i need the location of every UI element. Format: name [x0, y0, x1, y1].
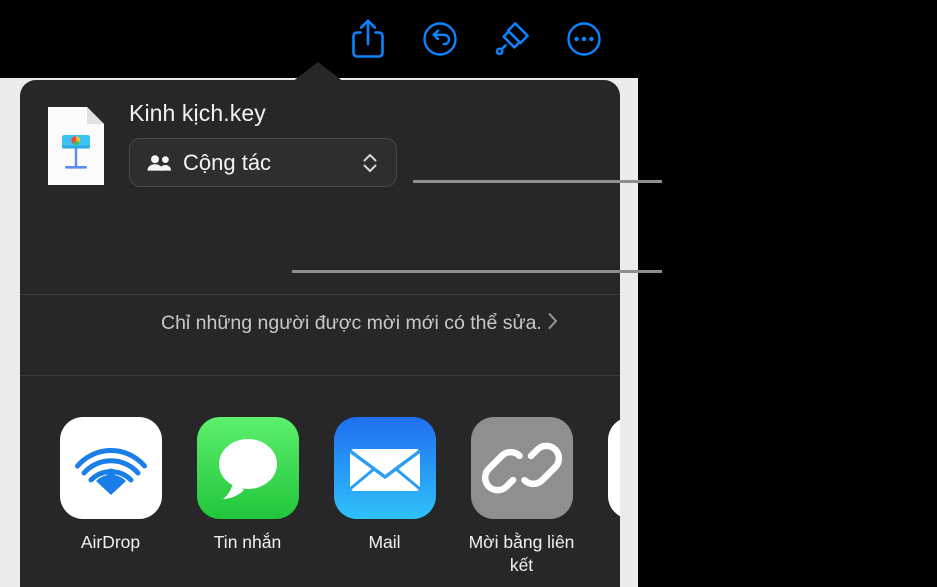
share-target-airdrop[interactable]: AirDrop	[42, 376, 179, 571]
share-target-messages[interactable]: Tin nhắn	[179, 376, 316, 571]
keynote-document-icon	[45, 104, 107, 188]
people-icon	[146, 154, 172, 172]
right-bezel-strip	[620, 78, 638, 587]
undo-icon	[419, 18, 461, 60]
left-bezel-strip	[0, 78, 20, 587]
callout-line-collaborate	[413, 180, 662, 183]
airdrop-icon	[59, 417, 162, 519]
permission-row[interactable]: Chỉ những người được mời mới có thể sửa.	[161, 308, 601, 338]
share-target-label: Mời bằng liên kết	[468, 532, 575, 575]
chevron-up-down-icon	[360, 150, 380, 176]
messages-icon	[196, 417, 299, 519]
share-target-label: Mail	[368, 532, 401, 552]
callout-line-permission	[292, 270, 662, 273]
share-target-label: Tin nhắn	[213, 532, 282, 552]
chevron-right-icon[interactable]	[547, 311, 559, 336]
device-frame: Kinh kịch.key Cộng tác Chỉ những người đ…	[0, 0, 638, 587]
app-toolbar	[0, 0, 638, 78]
mail-icon	[333, 417, 436, 519]
undo-button[interactable]	[404, 8, 476, 70]
permission-text: Chỉ những người được mời mới có thể sửa.	[161, 312, 542, 334]
document-title: Kinh kịch.key	[129, 100, 266, 126]
share-button[interactable]	[332, 8, 404, 70]
share-target-label: Lờ	[596, 531, 620, 554]
share-target-label: AirDrop	[80, 532, 141, 552]
link-icon	[470, 417, 573, 519]
reminders-icon	[607, 417, 620, 519]
screenshot-root: Kinh kịch.key Cộng tác Chỉ những người đ…	[0, 0, 937, 587]
more-icon	[563, 18, 605, 60]
share-target-mail[interactable]: Mail	[316, 376, 453, 571]
share-icon	[348, 17, 388, 61]
format-brush-button[interactable]	[476, 8, 548, 70]
share-sheet-popover: Kinh kịch.key Cộng tác Chỉ những người đ…	[20, 80, 620, 587]
brush-icon	[490, 17, 534, 61]
share-targets-row: AirDrop Tin nhắn Mail Mời bằng liên kết	[20, 376, 620, 575]
share-sheet-header: Kinh kịch.key Cộng tác	[20, 80, 620, 213]
more-options-button[interactable]	[548, 8, 620, 70]
header-divider	[20, 294, 620, 295]
share-target-reminders[interactable]: Lờ	[590, 376, 620, 571]
collaborate-dropdown[interactable]: Cộng tác	[129, 138, 397, 187]
share-target-invite-link[interactable]: Mời bằng liên kết	[453, 376, 590, 575]
collaborate-label: Cộng tác	[183, 149, 272, 175]
